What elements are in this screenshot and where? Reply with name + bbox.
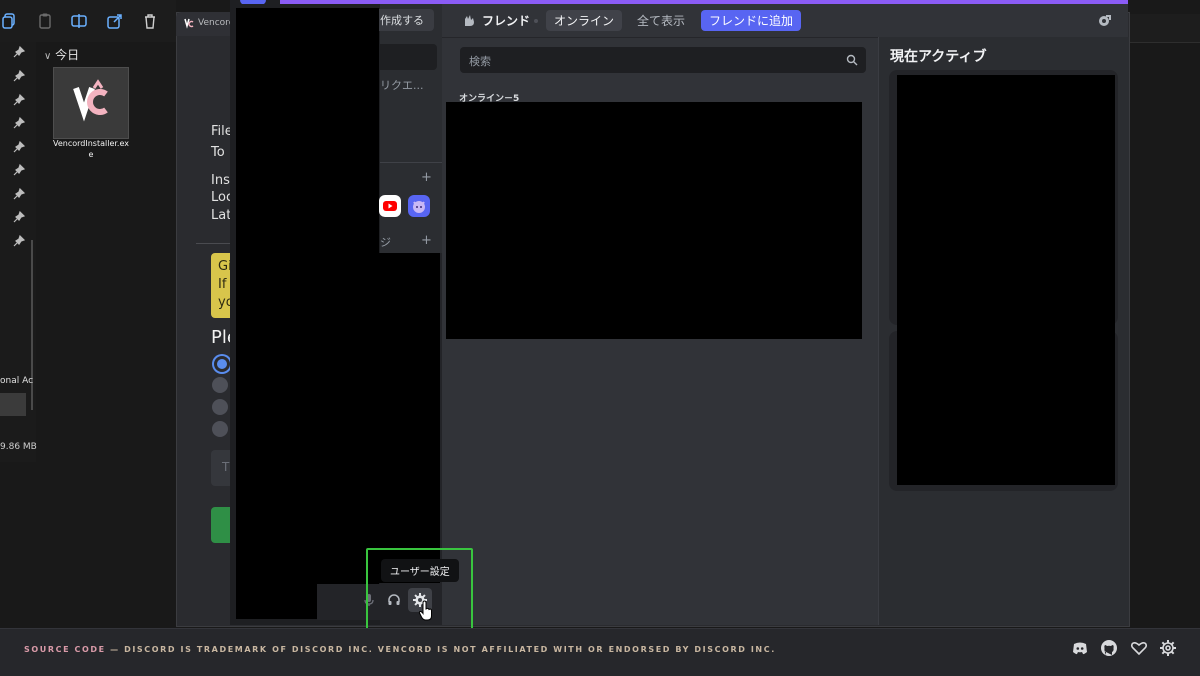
paste-icon[interactable] xyxy=(36,12,54,30)
search-icon xyxy=(846,54,858,66)
rename-icon[interactable] xyxy=(70,12,88,30)
info-line: To xyxy=(211,145,225,160)
hand-cursor-icon xyxy=(418,600,434,622)
group-label: 今日 xyxy=(55,48,80,62)
pin-icon xyxy=(13,235,25,247)
redacted-region xyxy=(379,253,440,583)
gear-icon[interactable] xyxy=(1159,639,1177,657)
find-conversation-button[interactable] xyxy=(380,44,437,70)
radio-option[interactable] xyxy=(212,377,228,393)
redacted-region xyxy=(897,75,1115,485)
youtube-icon xyxy=(383,201,397,211)
radio-option-selected[interactable] xyxy=(214,356,230,372)
heart-icon[interactable] xyxy=(1130,639,1148,657)
app-shortcut-bot[interactable] xyxy=(408,195,430,217)
pin-icon xyxy=(13,94,25,106)
status-file-size: 9.86 MB xyxy=(0,442,37,452)
bot-avatar-icon xyxy=(413,201,425,213)
friends-title: フレンド xyxy=(482,14,531,28)
redacted-region xyxy=(236,8,379,619)
detail-line: Lat xyxy=(211,208,232,223)
file-name: VencordInstaller.exe xyxy=(53,139,129,159)
friends-wave-icon xyxy=(462,13,476,27)
pin-icon xyxy=(13,211,25,223)
sidebar-divider xyxy=(380,162,442,163)
vencord-tab-icon xyxy=(184,17,194,29)
copy-icon[interactable] xyxy=(1,12,19,30)
source-code-link[interactable]: SOURCE CODE xyxy=(24,645,106,654)
add-dm-icon[interactable]: + xyxy=(421,233,432,248)
input-placeholder: T xyxy=(222,460,230,474)
github-icon[interactable] xyxy=(1100,639,1118,657)
create-dm-button[interactable]: 作成する xyxy=(372,9,434,31)
radio-option[interactable] xyxy=(212,399,228,415)
friends-search-input[interactable] xyxy=(460,47,866,73)
dm-section-header: ジ xyxy=(380,236,391,249)
active-now-title: 現在アクティブ xyxy=(890,49,987,65)
pin-icon xyxy=(13,141,25,153)
footer-disclaimer: SOURCE CODE — DISCORD IS TRADEMARK OF DI… xyxy=(24,645,776,654)
pin-icon xyxy=(13,46,25,58)
add-icon[interactable]: + xyxy=(421,170,432,185)
share-icon[interactable] xyxy=(106,12,124,30)
group-header-today[interactable]: ∨ 今日 xyxy=(44,46,79,63)
trademark-notice: — DISCORD IS TRADEMARK OF DISCORD INC. V… xyxy=(110,645,776,654)
warning-line: If xyxy=(218,277,227,292)
add-friend-button[interactable]: フレンドに追加 xyxy=(701,10,802,31)
pin-icon xyxy=(13,188,25,200)
inbox-icon[interactable] xyxy=(1097,13,1113,29)
search-placeholder: 検索 xyxy=(469,55,491,68)
pin-icon xyxy=(13,117,25,129)
explorer-titlebar-right xyxy=(1128,14,1200,43)
discord-icon[interactable] xyxy=(1071,639,1089,657)
radio-option[interactable] xyxy=(212,421,228,437)
nav-selected-item[interactable] xyxy=(0,393,26,416)
tab-online[interactable]: オンライン xyxy=(546,10,623,31)
message-requests-item[interactable]: リクエ... xyxy=(380,77,424,93)
pin-icon xyxy=(13,70,25,82)
vencord-logo-icon xyxy=(73,79,108,122)
app-shortcut-youtube[interactable] xyxy=(379,195,401,217)
redacted-region xyxy=(446,102,862,339)
delete-icon[interactable] xyxy=(141,12,159,30)
installer-tab-title: Vencord xyxy=(198,18,235,28)
header-separator xyxy=(534,19,538,23)
nav-item-label[interactable]: onal Ac xyxy=(0,376,33,386)
file-item-vencord-installer[interactable] xyxy=(53,67,129,139)
pin-icon xyxy=(13,164,25,176)
tab-all[interactable]: 全て表示 xyxy=(629,10,693,31)
